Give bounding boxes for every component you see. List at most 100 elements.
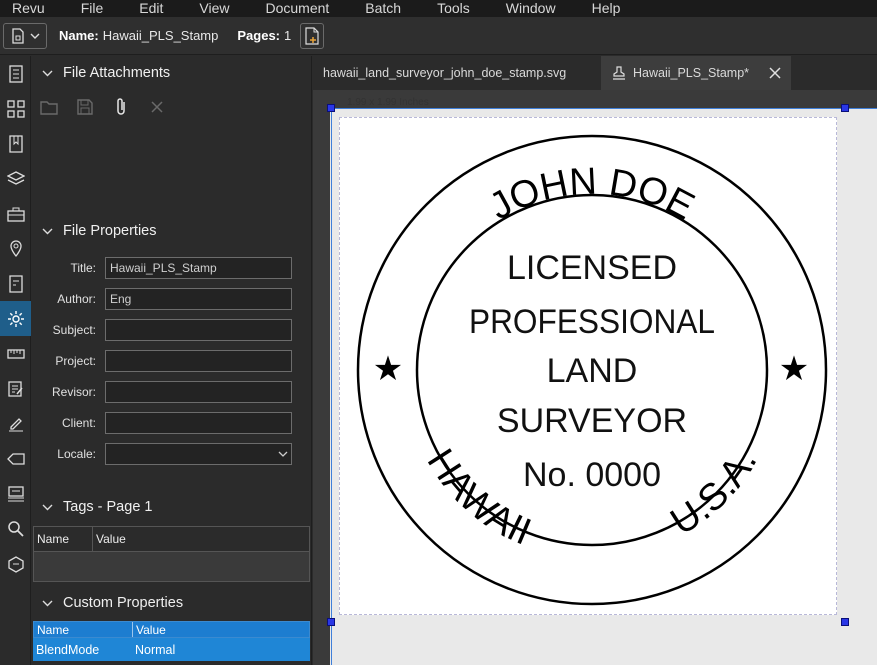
star-left-icon: ★ (373, 349, 403, 389)
tags-title: Tags - Page 1 (63, 499, 153, 515)
project-label: Project: (55, 354, 96, 368)
client-row: Client: (31, 412, 312, 434)
save-attachment-button[interactable] (67, 98, 103, 116)
file-properties-header[interactable]: File Properties (31, 216, 312, 246)
add-page-button[interactable] (300, 22, 325, 49)
custom-properties-table: Name Value BlendMode Normal (33, 621, 310, 661)
resize-handle-top-left[interactable] (327, 104, 335, 112)
menu-revu[interactable]: Revu (0, 0, 63, 17)
bookmarks-icon (8, 134, 23, 153)
custom-row-value[interactable]: Normal (132, 638, 175, 661)
revisor-label: Revisor: (51, 385, 96, 399)
gear-icon (7, 310, 24, 327)
save-icon (77, 99, 93, 115)
author-field[interactable]: Eng (105, 288, 292, 310)
client-label: Client: (61, 416, 96, 430)
file-attachments-header[interactable]: File Attachments (31, 58, 312, 88)
table-row[interactable]: BlendMode Normal (33, 638, 310, 661)
subject-row: Subject: (31, 319, 312, 341)
revisor-field[interactable] (105, 381, 292, 403)
file-properties-title: File Properties (63, 223, 157, 239)
thumbnails-tab[interactable] (0, 56, 31, 91)
menu-file[interactable]: File (63, 0, 122, 17)
ruler-icon (6, 348, 25, 359)
stamp-top-text: JOHN DOE (483, 161, 701, 229)
project-field[interactable] (105, 350, 292, 372)
add-attachment-button[interactable] (103, 97, 139, 117)
menu-document[interactable]: Document (247, 0, 347, 17)
custom-name-column[interactable]: Name (34, 622, 133, 637)
resize-handle-bottom-left[interactable] (327, 618, 335, 626)
places-icon (9, 239, 22, 257)
side-icon-bar (0, 56, 31, 665)
markups-list-tab[interactable] (0, 371, 31, 406)
toolbox-tab[interactable] (0, 196, 31, 231)
properties-panel: File Attachments File Properties Title: … (31, 56, 312, 665)
tags-value-column[interactable]: Value (93, 527, 126, 551)
menu-bar: Revu File Edit View Document Batch Tools… (0, 0, 877, 17)
custom-properties-header[interactable]: Custom Properties (31, 588, 312, 618)
pages-value: 1 (284, 28, 292, 43)
document-view[interactable]: 1.99 x 1.99 Inches JOHN DOE HAWAII U.S.A… (313, 90, 877, 665)
attachment-toolbar (31, 94, 175, 120)
custom-properties-title: Custom Properties (63, 595, 184, 611)
studio-tab[interactable] (0, 476, 31, 511)
studio-icon (7, 485, 24, 501)
menu-window[interactable]: Window (488, 0, 574, 17)
menu-edit[interactable]: Edit (121, 0, 181, 17)
stamp-line-3: LAND (547, 352, 638, 390)
star-right-icon: ★ (779, 349, 809, 389)
locale-row: Locale: (31, 443, 312, 465)
search-tab[interactable] (0, 511, 31, 546)
document-tabs: hawaii_land_surveyor_john_doe_stamp.svg … (313, 56, 877, 90)
subject-field[interactable] (105, 319, 292, 341)
stamp-bottom-left: HAWAII (419, 442, 537, 554)
stamp-bottom-right: U.S.A. (664, 443, 766, 544)
properties-tab[interactable] (0, 301, 31, 336)
client-field[interactable] (105, 412, 292, 434)
title-field[interactable]: Hawaii_PLS_Stamp (105, 257, 292, 279)
open-attachment-button[interactable] (31, 99, 67, 115)
layers-tab[interactable] (0, 161, 31, 196)
resize-handle-bottom-right[interactable] (841, 618, 849, 626)
menu-help[interactable]: Help (574, 0, 639, 17)
paperclip-icon (117, 98, 125, 115)
chevron-down-icon (42, 600, 52, 607)
document-toolbar: Name: Hawaii_PLS_Stamp Pages: 1 (0, 17, 877, 55)
selection-left-edge (331, 108, 332, 665)
bookmarks-tab[interactable] (0, 126, 31, 161)
pages-label: Pages: (237, 28, 281, 43)
menu-batch[interactable]: Batch (347, 0, 419, 17)
markups-icon (7, 380, 23, 397)
name-value: Hawaii_PLS_Stamp (102, 28, 219, 43)
tab-label: hawaii_land_surveyor_john_doe_stamp.svg (323, 66, 567, 80)
stamp-page[interactable]: JOHN DOE HAWAII U.S.A. ★ ★ LICENSED PROF… (339, 117, 837, 615)
measurements-tab[interactable] (0, 336, 31, 371)
links-tab[interactable] (0, 266, 31, 301)
menu-tools[interactable]: Tools (419, 0, 488, 17)
spaces-tab[interactable] (0, 546, 31, 581)
document-menu-button[interactable] (3, 22, 47, 49)
grid-icon (6, 99, 25, 118)
stamp-graphic: JOHN DOE HAWAII U.S.A. ★ ★ LICENSED PROF… (356, 134, 828, 606)
places-tab[interactable] (0, 231, 31, 266)
grid-tab[interactable] (0, 91, 31, 126)
signatures-tab[interactable] (0, 406, 31, 441)
locale-select[interactable] (105, 443, 292, 465)
spaces-icon (7, 555, 24, 573)
custom-value-column[interactable]: Value (133, 622, 166, 637)
stamp-icon (613, 66, 625, 80)
tags-name-column[interactable]: Name (34, 527, 93, 551)
tags-tab[interactable] (0, 441, 31, 476)
resize-handle-top-right[interactable] (841, 104, 849, 112)
tab-hawaii-pls-stamp[interactable]: Hawaii_PLS_Stamp* (601, 56, 791, 90)
menu-view[interactable]: View (181, 0, 247, 17)
tab-svg-file[interactable]: hawaii_land_surveyor_john_doe_stamp.svg (313, 56, 599, 90)
thumbnails-icon (8, 64, 23, 83)
author-label: Author: (57, 292, 96, 306)
close-icon[interactable] (769, 67, 781, 79)
name-label: Name: (59, 28, 99, 43)
remove-attachment-button[interactable] (139, 100, 175, 114)
tags-header[interactable]: Tags - Page 1 (31, 492, 312, 522)
stamp-line-5: No. 0000 (523, 456, 661, 494)
